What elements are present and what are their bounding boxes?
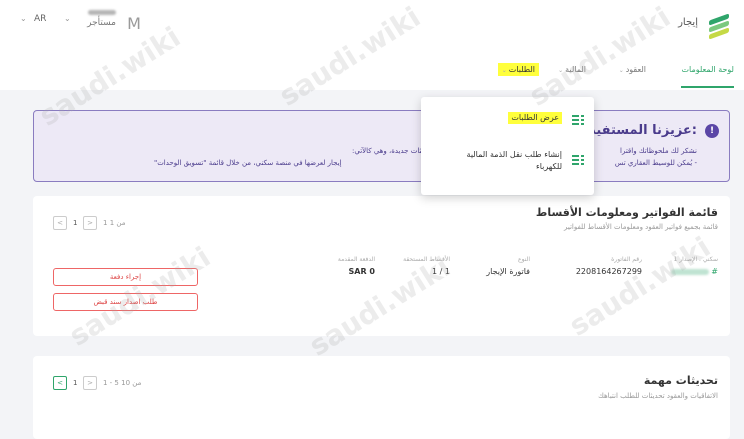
banner-text: - يُمكن للوسيط العقاري تس xyxy=(614,159,697,167)
field-value: 2208164267299 xyxy=(575,267,642,276)
page-count: 1 - 5 من 10 xyxy=(103,379,142,387)
info-banner: ! عزيزنا المستفيد: نشكر لك ملحوظاتك واقت… xyxy=(33,110,730,182)
dropdown-item-label: إنشاء طلب نقل الذمة المالية للكهرباء xyxy=(466,150,562,171)
current-page: 1 xyxy=(73,219,78,227)
dropdown-item-create-transfer-request[interactable]: إنشاء طلب نقل الذمة المالية للكهرباء xyxy=(434,149,584,181)
requests-dropdown: عرض الطلبات إنشاء طلب نقل الذمة المالية … xyxy=(421,97,594,195)
banner-text: حديثات جديدة، وهي كالآتي: xyxy=(352,147,432,155)
invoice-link[interactable]: # xyxy=(670,267,718,276)
user-role: مستأجر xyxy=(87,18,116,28)
top-bar: إيجار ⌄ AR ⌄ مستأجر M xyxy=(0,0,744,50)
list-icon xyxy=(572,114,584,126)
chevron-down-icon: ⌄ xyxy=(558,67,564,74)
nav-label: المالية xyxy=(565,65,586,74)
chevron-down-icon: ⌄ xyxy=(501,67,507,74)
nav-finance[interactable]: ⌄ المالية xyxy=(558,65,586,74)
invoice-type: النوع فاتورة الإيجار xyxy=(486,256,530,276)
dropdown-item-view-requests[interactable]: عرض الطلبات xyxy=(434,109,584,133)
nav-label: الطلبات xyxy=(508,65,535,74)
invoices-card: قائمة الفواتير ومعلومات الأقساط قائمة بج… xyxy=(33,196,730,336)
card-subtitle: الاتفاقيات والعقود تحديثات للطلب انتباهك xyxy=(598,392,718,400)
redacted-value xyxy=(670,268,709,275)
dropdown-item-label: عرض الطلبات xyxy=(508,112,562,124)
avatar[interactable]: M xyxy=(122,12,146,36)
main-nav: لوحة المعلومات ⌄ العقود ⌄ المالية ⌄ الطلبات xyxy=(0,50,744,90)
field-value: # xyxy=(711,267,718,276)
field-label: النوع xyxy=(518,256,530,263)
field-value: SAR 0 xyxy=(348,267,375,276)
banner-title: عزيزنا المستفيد: xyxy=(588,123,697,138)
field-value: فاتورة الإيجار xyxy=(486,267,530,276)
chevron-down-icon[interactable]: ⌄ xyxy=(20,14,27,23)
logo-icon[interactable] xyxy=(706,13,732,40)
request-receipt-button[interactable]: طلب اصدار سند قبض xyxy=(53,293,198,311)
user-menu[interactable]: مستأجر xyxy=(80,10,116,29)
next-page-button[interactable]: > xyxy=(83,216,97,230)
banner-text: إيجار لعرضها في منصة سكني، من خلال قائمة… xyxy=(154,159,342,167)
nav-label: العقود xyxy=(625,65,646,74)
field-label: الدفعة المقدمة xyxy=(337,256,375,263)
language-switch[interactable]: AR xyxy=(34,14,46,24)
brand-name: إيجار xyxy=(678,17,698,28)
field-label: سكني . الإصدار 1 xyxy=(673,256,718,263)
pagination: < 1 > 1 - 5 من 10 xyxy=(53,376,173,392)
nav-contracts[interactable]: ⌄ العقود xyxy=(619,65,646,74)
nav-requests[interactable]: ⌄ الطلبات xyxy=(497,63,539,76)
next-page-button[interactable]: > xyxy=(83,376,97,390)
make-payment-button[interactable]: إجراء دفعة xyxy=(53,268,198,286)
down-payment: الدفعة المقدمة SAR 0 xyxy=(338,256,375,276)
prev-page-button[interactable]: < xyxy=(53,216,67,230)
page-count: 1 من 1 xyxy=(103,219,126,227)
field-value: 1 / 1 xyxy=(432,267,450,276)
pagination: < 1 > 1 من 1 xyxy=(53,216,173,232)
installments-due: الأقساط المستحقة 1 / 1 xyxy=(403,256,450,276)
chevron-down-icon[interactable]: ⌄ xyxy=(64,14,71,23)
field-label: رقم الفاتورة xyxy=(611,256,642,263)
nav-dashboard[interactable]: لوحة المعلومات xyxy=(681,65,734,88)
card-subtitle: قائمة بجميع فواتير العقود ومعلومات الأقس… xyxy=(563,223,718,231)
invoice-number: رقم الفاتورة 2208164267299 xyxy=(576,256,642,276)
info-icon: ! xyxy=(705,124,719,138)
banner-text: نشكر لك ملحوظاتك واقترا xyxy=(620,147,697,155)
card-title: قائمة الفواتير ومعلومات الأقساط xyxy=(535,206,718,219)
user-name-redacted xyxy=(88,10,116,15)
invoice-source: سكني . الإصدار 1 # xyxy=(670,256,718,276)
chevron-down-icon: ⌄ xyxy=(618,67,624,74)
updates-card: تحديثات مهمة الاتفاقيات والعقود تحديثات … xyxy=(33,356,730,439)
list-icon xyxy=(572,154,584,166)
card-title: تحديثات مهمة xyxy=(643,374,718,387)
current-page: 1 xyxy=(73,379,78,387)
prev-page-button[interactable]: < xyxy=(53,376,67,390)
field-label: الأقساط المستحقة xyxy=(403,256,450,263)
